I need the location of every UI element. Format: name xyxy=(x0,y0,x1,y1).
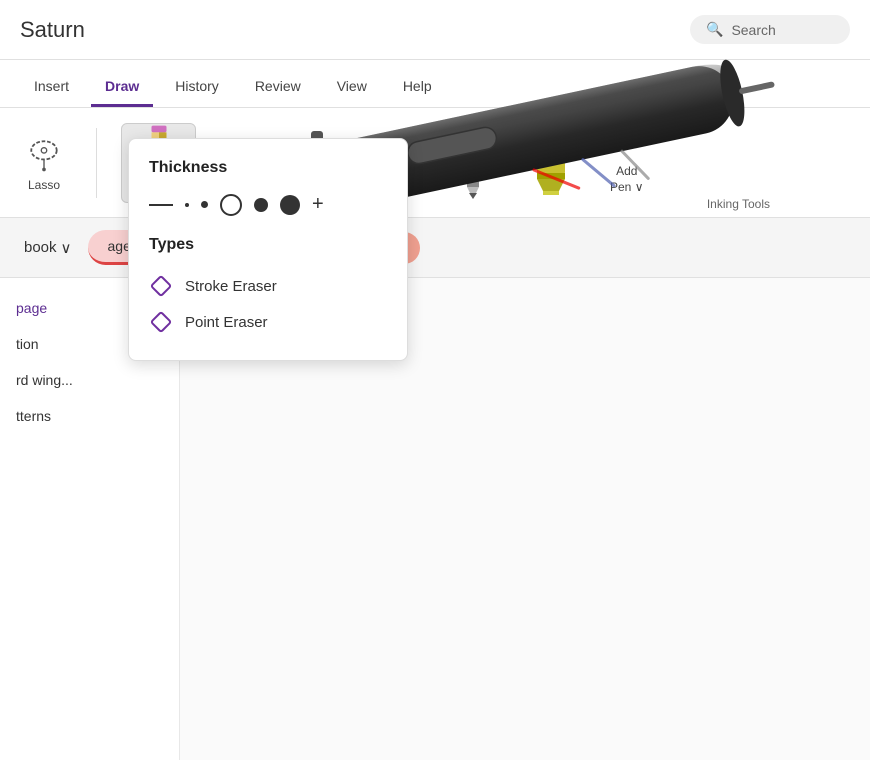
add-pen-label: AddPen ∨ xyxy=(610,164,643,195)
notebook-label: book xyxy=(24,239,57,256)
menu-draw[interactable]: Draw xyxy=(91,68,153,107)
inking-tools-label: Inking Tools xyxy=(707,197,770,211)
thickness-plus[interactable]: + xyxy=(312,193,324,216)
add-pen-button[interactable]: + AddPen ∨ xyxy=(602,122,651,203)
search-label: Search xyxy=(731,22,775,38)
sidebar-item-tterns[interactable]: tterns xyxy=(0,398,179,434)
thickness-xl[interactable] xyxy=(280,195,300,215)
lasso-icon xyxy=(24,134,64,174)
stroke-eraser-svg xyxy=(149,274,173,298)
thickness-lg[interactable] xyxy=(254,198,268,212)
thickness-line[interactable] xyxy=(149,204,173,206)
stroke-eraser-icon xyxy=(149,274,173,298)
gray-pen-icon xyxy=(464,129,482,199)
toolbar-divider xyxy=(96,128,97,198)
notebook-selector[interactable]: book ∨ xyxy=(16,235,80,261)
point-eraser-svg xyxy=(149,310,173,334)
thickness-popup: Thickness + Types Stroke Eraser Point Er… xyxy=(128,138,408,361)
title-bar: Saturn 🔍 Search xyxy=(0,0,870,60)
thickness-xs[interactable] xyxy=(185,203,189,207)
point-eraser-label: Point Eraser xyxy=(185,314,268,331)
menu-history[interactable]: History xyxy=(161,68,233,107)
menu-help[interactable]: Help xyxy=(389,68,446,107)
thickness-sm[interactable] xyxy=(201,201,208,208)
highlighter-icon xyxy=(533,129,569,199)
notebook-chevron: ∨ xyxy=(61,239,72,257)
menu-view[interactable]: View xyxy=(323,68,381,107)
lasso-tool[interactable]: Lasso xyxy=(16,126,72,200)
types-title: Types xyxy=(149,236,387,254)
pen-item-highlighter[interactable] xyxy=(516,123,586,203)
thickness-title: Thickness xyxy=(149,159,387,177)
menu-insert[interactable]: Insert xyxy=(20,68,83,107)
stroke-eraser-option[interactable]: Stroke Eraser xyxy=(149,268,387,304)
search-icon: 🔍 xyxy=(706,21,723,38)
stroke-eraser-label: Stroke Eraser xyxy=(185,278,277,295)
point-eraser-icon xyxy=(149,310,173,334)
app-title: Saturn xyxy=(20,17,85,43)
pen-item-5[interactable] xyxy=(438,123,508,203)
point-eraser-option[interactable]: Point Eraser xyxy=(149,304,387,340)
menu-bar: Insert Draw History Review View Help xyxy=(0,60,870,108)
search-box[interactable]: 🔍 Search xyxy=(690,15,850,44)
sidebar-item-wing[interactable]: rd wing... xyxy=(0,362,179,398)
thickness-md[interactable] xyxy=(220,194,242,216)
add-pen-plus-icon: + xyxy=(612,130,642,160)
thickness-options: + xyxy=(149,193,387,216)
lasso-label: Lasso xyxy=(28,178,60,192)
menu-review[interactable]: Review xyxy=(241,68,315,107)
